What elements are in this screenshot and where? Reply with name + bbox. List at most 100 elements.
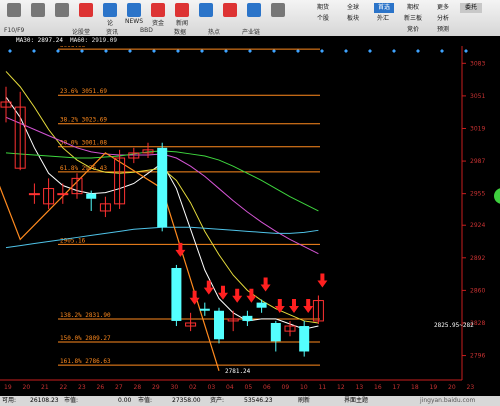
fib-level-label: 38.2% 3023.69 [60, 117, 107, 124]
y-tick-label: 2924 [470, 222, 485, 229]
candle-body[interactable] [256, 302, 267, 308]
x-tick-label: 29 [152, 384, 160, 391]
toolbar-sublabel: 论股堂 [72, 29, 91, 36]
fib-level-label: 23.6% 3051.69 [60, 88, 107, 95]
candle-body[interactable] [57, 193, 69, 196]
x-tick-label: 20 [23, 384, 31, 391]
y-tick-label: 2796 [470, 353, 485, 360]
y-tick-label: 3051 [470, 93, 485, 100]
x-tick-label: 06 [263, 384, 271, 391]
refresh-icon [55, 3, 69, 17]
candlestick-chart[interactable]: 3083305130192987295529242892286028282796… [0, 46, 500, 396]
news2-icon [175, 3, 189, 17]
flag-icon [223, 3, 237, 17]
status-item[interactable]: 界面主题 [344, 396, 368, 406]
fund-icon [151, 3, 165, 17]
candle-body[interactable] [270, 322, 281, 342]
toolbar-menu-item[interactable]: 个股 [310, 14, 336, 24]
fib-level-label: 3096.96 [60, 46, 86, 49]
toolbar-menu-item[interactable]: 预测 [430, 25, 456, 35]
x-tick-label: 30 [171, 384, 179, 391]
forum-icon [103, 3, 117, 17]
back-icon [7, 3, 21, 17]
candle-body[interactable] [299, 326, 310, 352]
toolbar-menu-item[interactable]: 板块 [340, 14, 366, 24]
status-item: 27358.00 [172, 397, 201, 404]
window-icon [31, 3, 45, 17]
toolbar-menu-item[interactable]: 全球 [340, 3, 366, 13]
candle-body[interactable] [171, 267, 182, 321]
toolbar-button-1[interactable] [26, 2, 50, 34]
news-icon [127, 3, 141, 17]
ma-tag-strip: MA30: 2897.24 MA60: 2919.09 [0, 36, 500, 46]
toolbar-menu-item[interactable] [370, 25, 396, 35]
x-tick-label: 11 [319, 384, 327, 391]
toolbar-menu-item[interactable] [310, 25, 336, 35]
toolbar-button-label: 新闻 [175, 20, 188, 27]
candle-body[interactable] [28, 193, 40, 196]
toolbar-button-11[interactable] [266, 2, 290, 34]
candle-body[interactable] [242, 315, 253, 321]
status-item: 资产: [210, 397, 225, 404]
toolbar-button-9[interactable] [218, 2, 242, 34]
candle-body[interactable] [86, 193, 97, 199]
toolbar-menu-item[interactable]: 竞价 [400, 25, 426, 35]
candle-body[interactable] [157, 147, 168, 228]
toolbar-menu-item[interactable]: 期货 [310, 3, 336, 13]
toolbar-menu-item[interactable]: 期权 [400, 3, 426, 13]
top-right-label[interactable]: 委托 [460, 3, 482, 13]
top-toolbar: 论NEWS资金新闻F10/F9论股堂资讯BBD数据热点产业链 期货全球股指期权更… [0, 0, 500, 37]
y-tick-label: 2892 [470, 255, 485, 262]
y-tick-label: 2955 [470, 191, 485, 198]
status-bar: 可用: 26108.23 市值: 0.00 市值: 27358.00 资产: 53546.23… [0, 396, 500, 406]
toolbar-sublabel: BBD [140, 27, 153, 34]
chart-background [0, 46, 500, 396]
toolbar-menu-item[interactable]: 分析 [430, 14, 456, 24]
y-tick-label: 2987 [470, 158, 485, 165]
toolbar-menu-item[interactable]: 外汇 [370, 14, 396, 24]
x-tick-label: 16 [374, 384, 382, 391]
status-item: 市值: [138, 397, 153, 404]
x-tick-label: 10 [300, 384, 308, 391]
ma60-label: MA60: 2919.09 [70, 37, 117, 44]
fib-level-label: 150.0% 2809.27 [60, 335, 111, 342]
blue-tag[interactable]: 首选 [374, 3, 394, 13]
status-item[interactable]: 刷新 [298, 396, 310, 406]
chart-icon [79, 3, 93, 17]
watermark: jingyan.baidu.com [420, 397, 476, 404]
user-icon [271, 3, 285, 17]
candle-body[interactable] [214, 310, 224, 340]
toolbar-button-label: NEWS [124, 18, 144, 25]
status-item: 可用: [2, 397, 17, 404]
toolbar-sublabel: 热点 [208, 29, 221, 36]
x-tick-label: 03 [208, 384, 216, 391]
x-tick-label: 20 [448, 384, 456, 391]
x-tick-label: 28 [134, 384, 142, 391]
x-tick-label: 26 [97, 384, 105, 391]
x-tick-label: 17 [393, 384, 401, 391]
toolbar-menu-item[interactable]: 更多 [430, 3, 456, 13]
x-tick-label: 13 [356, 384, 364, 391]
x-tick-label: 09 [282, 384, 290, 391]
x-tick-label: 19 [430, 384, 438, 391]
toolbar-sublabel: 产业链 [242, 29, 261, 36]
market-icon [199, 3, 213, 17]
toolbar-button-2[interactable] [50, 2, 74, 34]
candle-body[interactable] [199, 308, 210, 311]
toolbar-menu-item[interactable] [340, 25, 366, 35]
status-item: 0.00 [118, 397, 132, 404]
x-tick-label: 04 [226, 384, 234, 391]
x-tick-label: 12 [337, 384, 345, 391]
fib-level-label: 138.2% 2831.90 [60, 312, 111, 319]
x-tick-label: 23 [78, 384, 86, 391]
x-tick-label: 21 [41, 384, 49, 391]
status-item: 26108.23 [30, 397, 59, 404]
low-price-label: 2781.24 [225, 368, 251, 375]
ma30-label: MA30: 2897.24 [16, 37, 63, 44]
fib-level-label: 161.8% 2786.63 [60, 358, 111, 365]
status-item: 53546.23 [244, 397, 273, 404]
toolbar-button-label: 资金 [151, 20, 164, 27]
toolbar-menu-item[interactable]: 新三板 [400, 14, 426, 24]
x-tick-label: 22 [60, 384, 68, 391]
toolbar-sublabel: 数据 [174, 29, 187, 36]
